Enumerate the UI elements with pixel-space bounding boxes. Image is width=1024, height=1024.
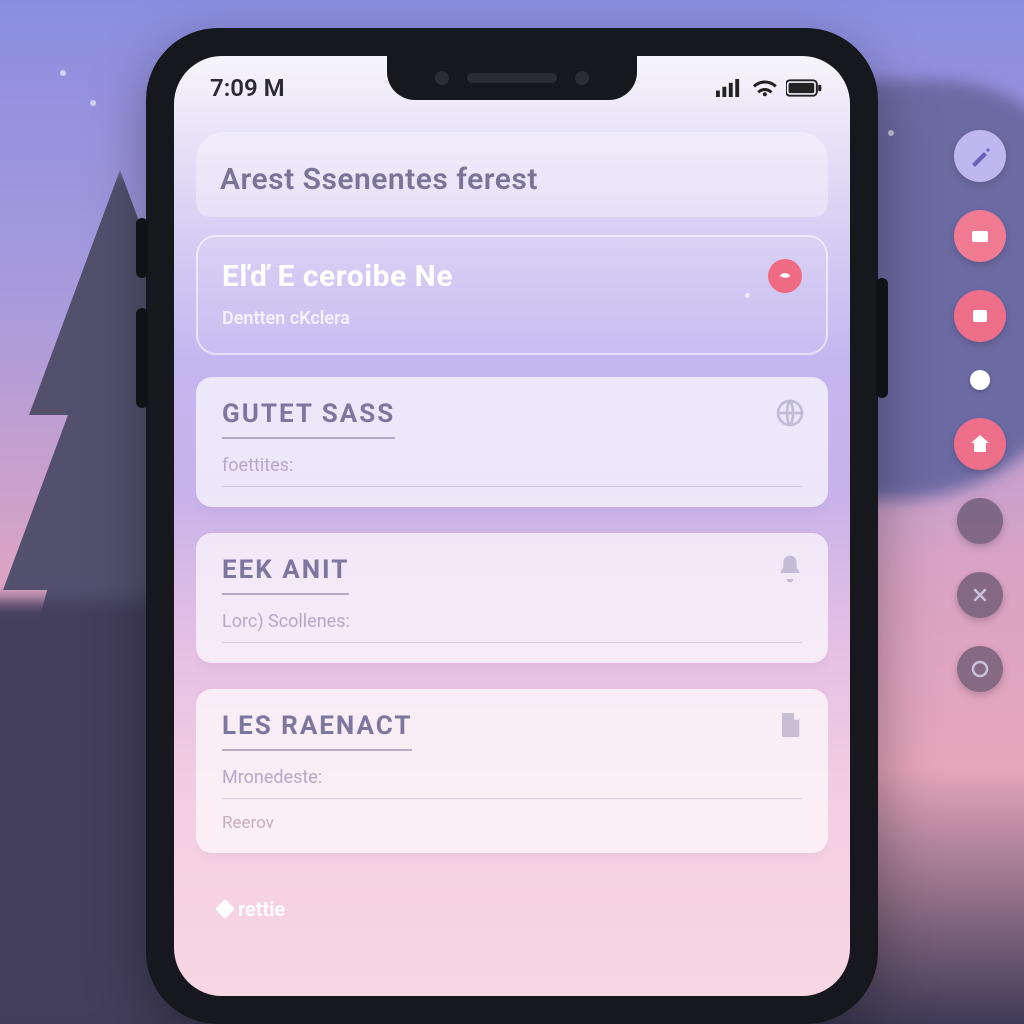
circle-button[interactable] <box>957 646 1003 692</box>
home-button[interactable] <box>954 418 1006 470</box>
card-subtitle: Mronedeste: <box>222 767 802 799</box>
dot-button[interactable] <box>970 370 990 390</box>
list-item[interactable]: EEK ANIT Lorc) Scollenes: <box>196 533 828 663</box>
phone-frame: 7:09 M Arest Ssenentes ferest Eľď E cero… <box>146 28 878 1024</box>
home-icon <box>968 432 992 456</box>
dot-icon <box>970 370 990 390</box>
speaker-icon <box>467 73 557 83</box>
card-title: GUTET SASS <box>222 399 395 439</box>
star-icon <box>60 70 66 76</box>
wifi-icon <box>752 79 778 97</box>
wand-button[interactable] <box>954 130 1006 182</box>
hero-card[interactable]: Eľď E ceroibe Ne Dentten cKclera <box>196 235 828 355</box>
phone-mute-switch <box>136 218 148 278</box>
hero-badge[interactable] <box>768 259 802 293</box>
window-button[interactable] <box>954 290 1006 342</box>
circle-icon <box>968 657 992 681</box>
footer-chip[interactable]: rettie <box>218 897 806 921</box>
cellular-icon <box>716 79 744 97</box>
card-title: LES RAENACT <box>222 711 412 751</box>
star-icon <box>90 100 96 106</box>
card-icon <box>968 224 992 248</box>
star-icon <box>888 130 894 136</box>
footer-label: rettie <box>238 897 285 921</box>
bell-icon <box>774 553 806 585</box>
note-icon <box>774 709 806 741</box>
phone-notch <box>387 56 637 100</box>
sensor-icon <box>575 71 589 85</box>
globe-icon <box>774 397 806 429</box>
header-card: Arest Ssenentes ferest <box>196 132 828 217</box>
dot-icon <box>745 293 750 298</box>
card-subtitle: Lorc) Scollenes: <box>222 611 802 643</box>
list-item[interactable]: LES RAENACT Mronedeste: Reerov <box>196 689 828 853</box>
hero-subtitle: Dentten cKclera <box>222 308 802 329</box>
phone-power-button <box>876 278 888 398</box>
window-icon <box>968 304 992 328</box>
bird-icon <box>777 268 793 284</box>
card-title: EEK ANIT <box>222 555 349 595</box>
card-button[interactable] <box>954 210 1006 262</box>
status-time: 7:09 M <box>210 74 285 102</box>
blank-button[interactable] <box>957 498 1003 544</box>
hero-title: Eľď E ceroibe Ne <box>222 259 802 294</box>
list-item[interactable]: GUTET SASS foettites: <box>196 377 828 507</box>
card-subtitle: foettites: <box>222 455 802 487</box>
close-icon <box>968 583 992 607</box>
phone-volume-button <box>136 308 148 408</box>
phone-screen: 7:09 M Arest Ssenentes ferest Eľď E cero… <box>174 56 850 996</box>
diamond-icon <box>215 899 235 919</box>
close-button[interactable] <box>957 572 1003 618</box>
side-controls <box>954 130 1006 692</box>
card-subtitle-2: Reerov <box>222 813 802 833</box>
page-title: Arest Ssenentes ferest <box>220 162 804 197</box>
battery-icon <box>786 79 822 97</box>
camera-icon <box>435 71 449 85</box>
wand-icon <box>968 144 992 168</box>
card-list: GUTET SASS foettites: EEK ANIT Lorc) Sco… <box>196 377 828 996</box>
